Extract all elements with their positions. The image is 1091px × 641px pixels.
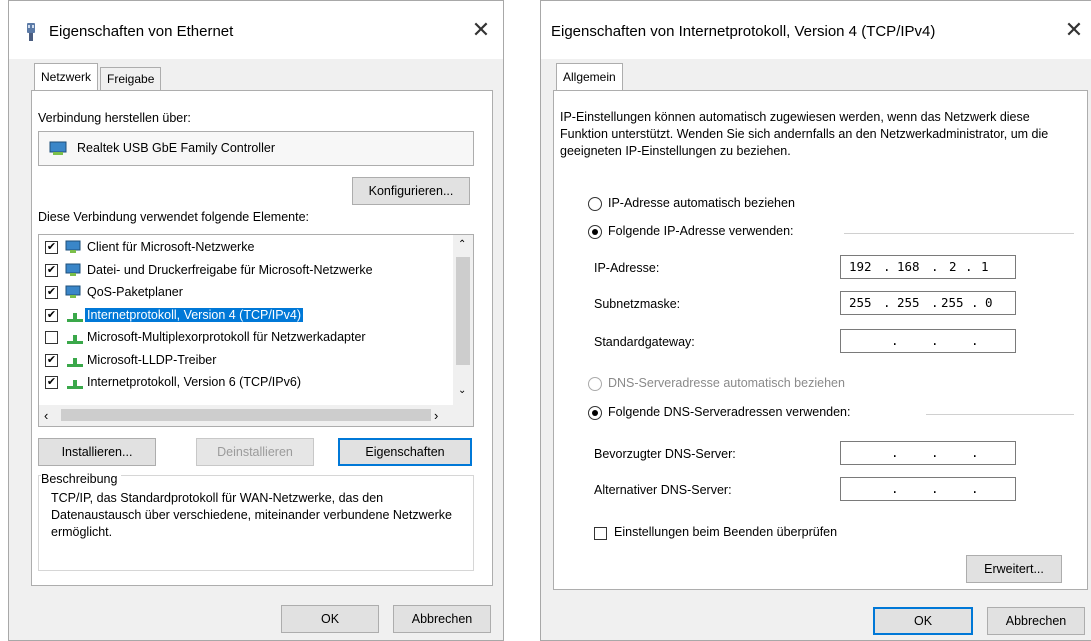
ethernet-icon [27, 23, 35, 41]
ipv4-properties-dialog: Eigenschaften von Internetprotokoll, Ver… [540, 0, 1091, 641]
adapter-box: Realtek USB GbE Family Controller [38, 131, 474, 166]
description-text: TCP/IP, das Standardprotokoll für WAN-Ne… [51, 491, 452, 539]
window-title: Eigenschaften von Ethernet [49, 23, 234, 40]
network-adapter-icon [49, 141, 67, 155]
item-checkbox[interactable]: ✔ [45, 241, 58, 254]
install-button[interactable]: Installieren... [38, 438, 156, 466]
title-bar: Eigenschaften von Ethernet ✕ [9, 1, 503, 59]
item-checkbox[interactable]: ✔ [45, 376, 58, 389]
item-label: Internetprotokoll, Version 6 (TCP/IPv6) [87, 375, 301, 389]
subnet-mask-field[interactable]: 255. 255. 255. 0 [840, 291, 1016, 315]
item-checkbox[interactable]: ✔ [45, 263, 58, 277]
tab-panel: Verbindung herstellen über: Realtek USB … [31, 90, 493, 586]
ok-button[interactable]: OK [281, 605, 379, 633]
validate-checkbox[interactable] [594, 527, 607, 540]
cancel-button[interactable]: Abbrechen [987, 607, 1085, 635]
close-icon[interactable]: ✕ [466, 15, 496, 45]
list-item[interactable]: ✔ Datei- und Druckerfreigabe für Microsof… [39, 260, 439, 282]
list-item[interactable]: ✔ Client für Microsoft-Netzwerke [39, 237, 439, 259]
description-group: Beschreibung TCP/IP, das Standardprotoko… [38, 472, 474, 571]
dns-manual-label: Folgende DNS-Serveradressen verwenden: [608, 405, 851, 419]
scroll-left-icon[interactable]: ‹ [44, 408, 48, 423]
dns-manual-radio[interactable] [588, 406, 602, 420]
protocol-icon [65, 330, 85, 349]
scroll-right-icon[interactable]: › [434, 408, 438, 423]
list-item[interactable]: ✔ Microsoft-LLDP-Treiber [39, 350, 439, 372]
uninstall-button: Deinstallieren [196, 438, 314, 466]
window-title: Eigenschaften von Internetprotokoll, Ver… [551, 23, 936, 40]
description-title: Beschreibung [41, 472, 122, 486]
item-checkbox[interactable]: ✔ [45, 308, 58, 322]
scroll-down-icon[interactable]: ⌄ [458, 385, 466, 396]
advanced-button[interactable]: Erweitert... [966, 555, 1062, 583]
tab-allgemein[interactable]: Allgemein [556, 63, 623, 91]
dns-preferred-label: Bevorzugter DNS-Server: [594, 447, 736, 461]
item-label: Internetprotokoll, Version 4 (TCP/IPv4) [85, 307, 303, 322]
item-label: Microsoft-LLDP-Treiber [87, 352, 217, 367]
horizontal-scrollbar[interactable]: ‹ › [39, 405, 473, 426]
dns-auto-radio [588, 377, 602, 391]
item-checkbox[interactable]: ✔ [45, 353, 58, 367]
properties-button[interactable]: Eigenschaften [338, 438, 472, 466]
title-bar: Eigenschaften von Internetprotokoll, Ver… [541, 1, 1091, 59]
scroll-h-thumb[interactable] [61, 409, 431, 421]
tab-freigabe[interactable]: Freigabe [100, 67, 162, 91]
group-divider [844, 233, 1074, 234]
ok-button[interactable]: OK [873, 607, 973, 635]
item-label: Datei- und Druckerfreigabe für Microsoft… [87, 262, 373, 277]
list-item[interactable]: ✔ Internetprotokoll, Version 6 (TCP/IPv6) [39, 372, 439, 394]
list-item[interactable]: ✔ Internetprotokoll, Version 4 (TCP/IPv4) [39, 305, 439, 327]
network-share-icon [65, 263, 85, 282]
gateway-field[interactable]: ... [840, 329, 1016, 353]
item-checkbox[interactable]: ✔ [45, 286, 58, 299]
item-checkbox[interactable] [45, 331, 58, 344]
tab-panel: IP-Einstellungen können automatisch zuge… [553, 90, 1088, 590]
adapter-name: Realtek USB GbE Family Controller [77, 141, 275, 155]
intro-text: IP-Einstellungen können automatisch zuge… [560, 110, 1049, 158]
dns-preferred-field[interactable]: ... [840, 441, 1016, 465]
protocol-icon [65, 375, 85, 394]
ip-manual-radio[interactable] [588, 225, 602, 239]
scroll-up-icon[interactable]: ⌃ [458, 239, 466, 250]
item-label: Client für Microsoft-Netzwerke [87, 240, 255, 254]
vertical-scrollbar[interactable]: ⌃ ⌄ [453, 235, 473, 405]
protocol-icon [65, 353, 85, 372]
dns-alternate-field[interactable]: ... [840, 477, 1016, 501]
items-list: ✔ Client für Microsoft-Netzwerke ✔ Datei- u… [38, 234, 474, 427]
list-item[interactable]: Microsoft-Multiplexorprotokoll für Netzw… [39, 327, 439, 349]
close-icon[interactable]: ✕ [1059, 15, 1089, 45]
connect-via-label: Verbindung herstellen über: [38, 111, 191, 125]
ip-auto-radio[interactable] [588, 197, 602, 211]
dns-auto-label: DNS-Serveradresse automatisch beziehen [608, 376, 845, 390]
subnet-label: Subnetzmaske: [594, 297, 681, 311]
configure-button[interactable]: Konfigurieren... [352, 177, 470, 205]
ethernet-properties-dialog: Eigenschaften von Ethernet ✕ Netzwerk Fr… [8, 0, 504, 641]
cancel-button[interactable]: Abbrechen [393, 605, 491, 633]
items-label: Diese Verbindung verwendet folgende Elem… [38, 210, 310, 224]
gateway-label: Standardgateway: [594, 335, 695, 349]
ip-manual-label: Folgende IP-Adresse verwenden: [608, 224, 794, 238]
network-service-icon [65, 285, 85, 304]
ip-auto-label: IP-Adresse automatisch beziehen [608, 196, 795, 210]
scroll-thumb[interactable] [456, 257, 470, 365]
dns-alternate-label: Alternativer DNS-Server: [594, 483, 732, 497]
network-client-icon [65, 240, 85, 259]
item-label: Microsoft-Multiplexorprotokoll für Netzw… [87, 330, 366, 344]
ip-label: IP-Adresse: [594, 261, 660, 275]
validate-label: Einstellungen beim Beenden überprüfen [614, 525, 838, 539]
item-label: QoS-Paketplaner [87, 285, 183, 299]
protocol-icon [65, 308, 85, 327]
list-item[interactable]: ✔ QoS-Paketplaner [39, 282, 439, 304]
tab-netzwerk[interactable]: Netzwerk [34, 63, 99, 91]
group-divider [926, 414, 1074, 415]
ip-address-field[interactable]: 192. 168. 2. 1 [840, 255, 1016, 279]
